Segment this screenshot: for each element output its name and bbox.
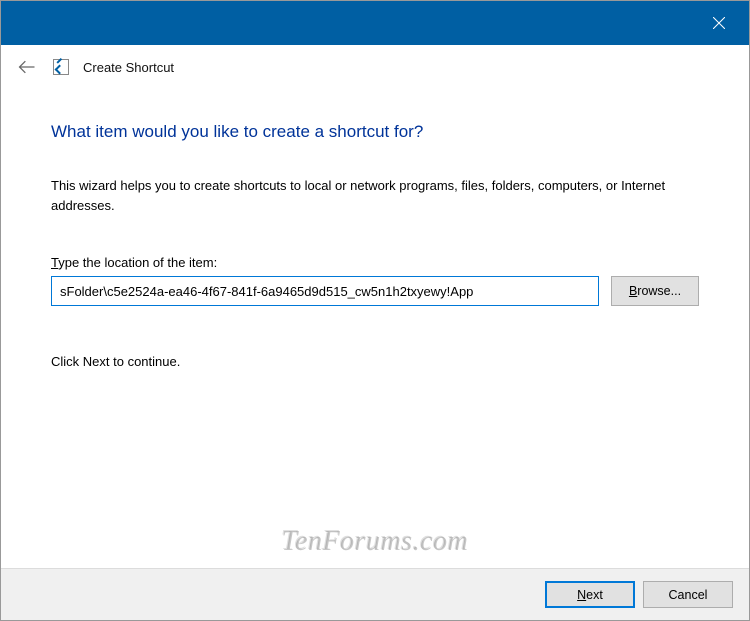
continue-text: Click Next to continue. xyxy=(51,354,699,369)
wizard-title: Create Shortcut xyxy=(83,60,174,75)
wizard-footer: Next Cancel xyxy=(1,568,749,620)
location-row: Browse... xyxy=(51,276,699,306)
next-button[interactable]: Next xyxy=(545,581,635,608)
close-button[interactable] xyxy=(699,8,739,38)
titlebar xyxy=(1,1,749,45)
page-heading: What item would you like to create a sho… xyxy=(51,122,699,142)
watermark: TenForums.com xyxy=(1,526,749,558)
back-arrow-icon xyxy=(17,58,37,76)
close-icon xyxy=(713,17,725,29)
back-button[interactable] xyxy=(15,55,39,79)
wizard-header: Create Shortcut xyxy=(1,45,749,94)
browse-button[interactable]: Browse... xyxy=(611,276,699,306)
cancel-button[interactable]: Cancel xyxy=(643,581,733,608)
wizard-content: What item would you like to create a sho… xyxy=(1,94,749,369)
page-description: This wizard helps you to create shortcut… xyxy=(51,176,699,215)
location-label: Type the location of the item: xyxy=(51,255,699,270)
shortcut-icon xyxy=(53,59,69,75)
location-input[interactable] xyxy=(51,276,599,306)
